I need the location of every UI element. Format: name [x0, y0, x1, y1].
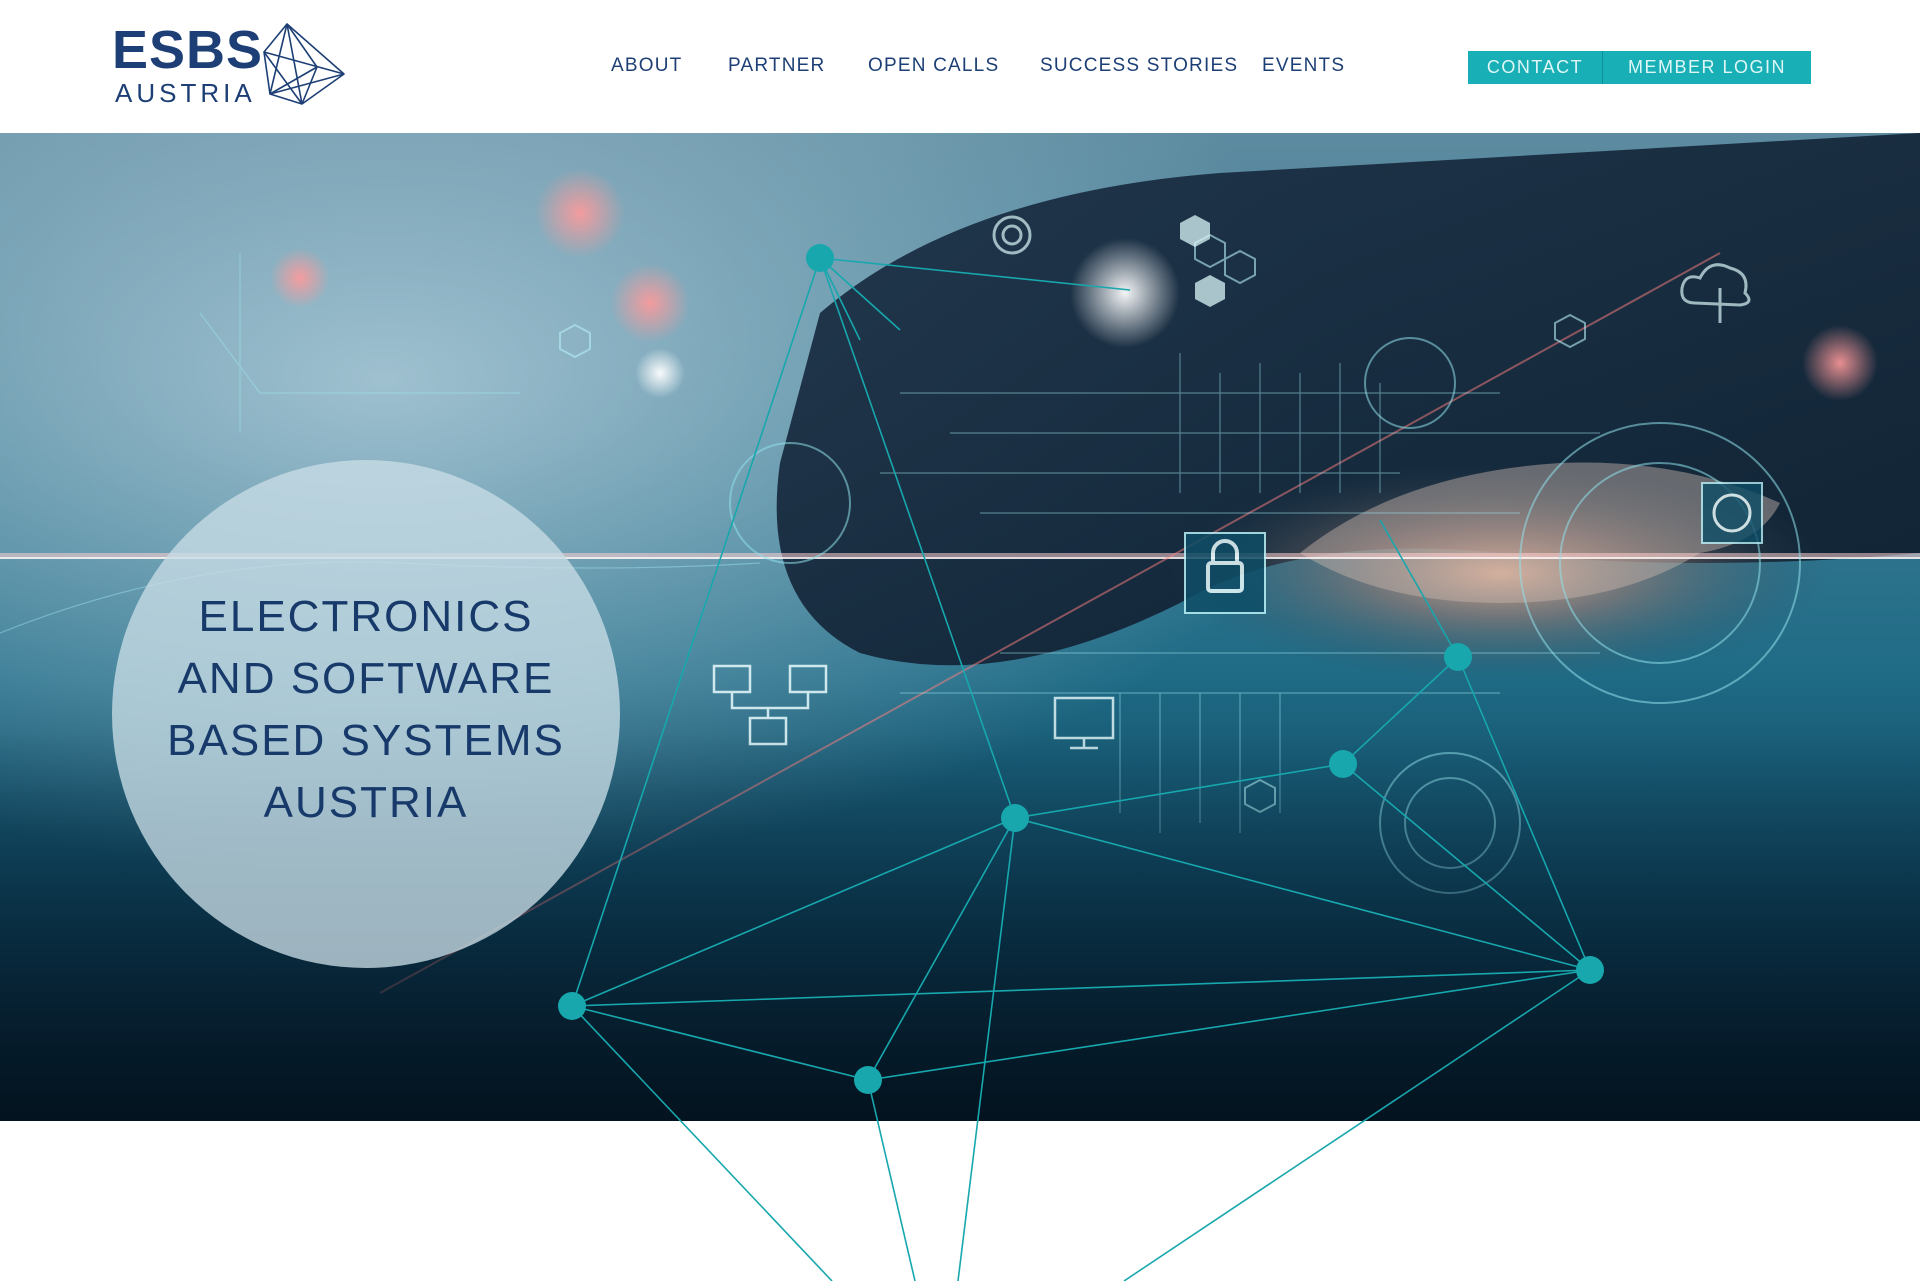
- member-login-button[interactable]: MEMBER LOGIN: [1603, 51, 1811, 84]
- hero-title-line: AND SOFTWARE: [177, 654, 555, 703]
- hero-title-line: ELECTRONICS: [198, 592, 534, 641]
- nav-open-calls[interactable]: OPEN CALLS: [868, 55, 999, 77]
- nav-partner[interactable]: PARTNER: [728, 55, 825, 77]
- header-actions: CONTACT MEMBER LOGIN: [1468, 51, 1811, 84]
- nav-events[interactable]: EVENTS: [1262, 55, 1345, 77]
- hero-title-circle: ELECTRONICS AND SOFTWARE BASED SYSTEMS A…: [112, 460, 620, 968]
- hero-banner: ELECTRONICS AND SOFTWARE BASED SYSTEMS A…: [0, 133, 1920, 1121]
- hero-title-line: BASED SYSTEMS: [167, 716, 565, 765]
- nav-success-stories[interactable]: SUCCESS STORIES: [1040, 55, 1238, 77]
- nav-about[interactable]: ABOUT: [611, 55, 682, 77]
- lock-icon: [1184, 532, 1266, 614]
- brain-icon: [1701, 482, 1763, 544]
- site-header: ESBS AUSTRIA ABOUT PARTNER OPEN CALLS SU…: [0, 0, 1920, 132]
- contact-button[interactable]: CONTACT: [1468, 51, 1603, 84]
- hero-title-line: AUSTRIA: [263, 778, 469, 827]
- hero-title: ELECTRONICS AND SOFTWARE BASED SYSTEMS A…: [167, 586, 565, 834]
- page: ELECTRONICS AND SOFTWARE BASED SYSTEMS A…: [0, 0, 1920, 1281]
